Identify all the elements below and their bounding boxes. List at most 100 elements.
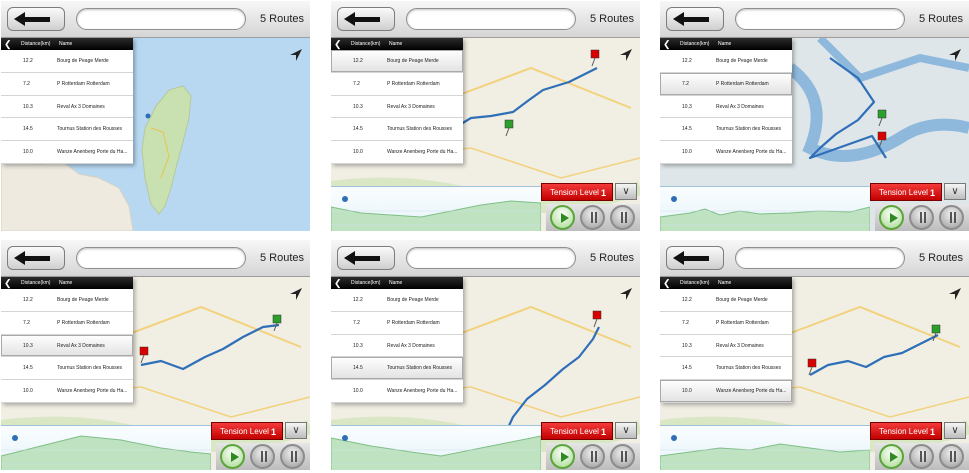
navigation-arrow-icon[interactable] <box>947 286 963 302</box>
search-input[interactable] <box>735 247 905 269</box>
route-row[interactable]: 14.5 Tournus Station des Rousses <box>331 118 463 142</box>
route-row[interactable]: 14.5 Tournus Station des Rousses <box>331 357 463 381</box>
tension-level-button[interactable]: Tension Level 1 <box>541 183 613 201</box>
route-row[interactable]: 10.0 Wanze Anenberg Porte du Ha... <box>660 141 792 164</box>
back-arrow-icon[interactable] <box>666 246 724 270</box>
route-row[interactable]: 12.2 Bourg de Peage Merde <box>1 50 133 73</box>
route-row[interactable]: 10.0 Wanze Anenberg Porte du Ha... <box>331 380 463 403</box>
chevron-down-icon[interactable]: ∨ <box>944 422 966 439</box>
route-row[interactable]: 10.3 Reval Ax 3 Domaines <box>660 335 792 358</box>
route-name: Wanze Anenberg Porte du Ha... <box>57 388 128 395</box>
route-name: Bourg de Peage Merde <box>57 58 109 64</box>
route-row[interactable]: 14.5 Tournus Station des Rousses <box>660 118 792 142</box>
control-button[interactable] <box>580 444 605 469</box>
back-arrow-icon[interactable] <box>337 7 395 31</box>
control-button[interactable] <box>580 205 605 230</box>
navigation-arrow-icon[interactable] <box>618 286 634 302</box>
route-name: Wanze Anenberg Porte du Ha... <box>716 149 787 156</box>
search-input[interactable] <box>406 247 576 269</box>
tension-level-value: 1 <box>929 188 935 198</box>
tension-level-value: 1 <box>600 427 606 437</box>
play-icon[interactable] <box>879 205 904 230</box>
routes-count: 5 Routes <box>259 13 304 25</box>
route-row[interactable]: 10.3 Reval Ax 3 Domaines <box>1 96 133 119</box>
navigation-arrow-icon[interactable] <box>947 47 963 63</box>
route-row[interactable]: 10.3 Reval Ax 3 Domaines <box>1 334 133 358</box>
chevron-down-icon[interactable]: ∨ <box>285 422 307 439</box>
back-arrow-icon[interactable] <box>7 246 65 270</box>
chevron-down-icon[interactable]: ∨ <box>615 183 637 200</box>
route-row[interactable]: 14.5 Tournus Station des Rousses <box>660 357 792 381</box>
route-row[interactable]: 14.5 Tournus Station des Rousses <box>1 357 133 381</box>
navigation-arrow-icon[interactable] <box>618 47 634 63</box>
control-button[interactable] <box>610 205 635 230</box>
route-name: Tournus Station des Rousses <box>387 365 453 372</box>
route-name: P Rotterdam Rotterdam <box>57 80 110 87</box>
route-row[interactable]: 7.2 P Rotterdam Rotterdam <box>660 312 792 335</box>
tension-level-button[interactable]: Tension Level 1 <box>211 422 283 440</box>
route-row[interactable]: 7.2 P Rotterdam Rotterdam <box>660 72 792 96</box>
close-icon[interactable]: ❮ <box>4 38 13 50</box>
route-row[interactable]: 10.0 Wanze Anenberg Porte du Ha... <box>1 380 133 403</box>
route-distance: 14.5 <box>353 126 363 133</box>
control-button[interactable] <box>610 444 635 469</box>
chevron-down-icon[interactable]: ∨ <box>944 183 966 200</box>
route-row[interactable]: 7.2 P Rotterdam Rotterdam <box>1 73 133 96</box>
route-row[interactable]: 10.0 Wanze Anenberg Porte du Ha... <box>660 380 792 403</box>
search-input[interactable] <box>406 8 576 30</box>
route-row[interactable]: 7.2 P Rotterdam Rotterdam <box>331 312 463 335</box>
play-icon[interactable] <box>550 205 575 230</box>
route-list-header: ❮ Distance(km) Name <box>331 277 463 289</box>
route-row[interactable]: 12.2 Bourg de Peage Merde <box>660 50 792 73</box>
chevron-down-icon[interactable]: ∨ <box>615 422 637 439</box>
play-icon[interactable] <box>550 444 575 469</box>
control-button[interactable] <box>909 205 934 230</box>
close-icon[interactable]: ❮ <box>663 277 672 289</box>
search-input[interactable] <box>76 247 246 269</box>
route-row[interactable]: 7.2 P Rotterdam Rotterdam <box>1 312 133 335</box>
control-button[interactable] <box>939 205 964 230</box>
control-button[interactable] <box>280 444 305 469</box>
control-button[interactable] <box>909 444 934 469</box>
distance-column-header: Distance(km) <box>351 41 381 47</box>
name-column-header: Name <box>718 280 732 286</box>
search-input[interactable] <box>735 8 905 30</box>
close-icon[interactable]: ❮ <box>663 38 672 50</box>
route-distance: 14.5 <box>682 365 692 372</box>
play-icon[interactable] <box>220 444 245 469</box>
route-row[interactable]: 12.2 Bourg de Peage Merde <box>1 289 133 312</box>
route-row[interactable]: 10.3 Reval Ax 3 Domaines <box>331 335 463 358</box>
route-row[interactable]: 12.2 Bourg de Peage Merde <box>331 50 463 73</box>
search-input[interactable] <box>76 8 246 30</box>
close-icon[interactable]: ❮ <box>334 277 343 289</box>
top-bar: 5 Routes <box>660 240 969 277</box>
route-row[interactable]: 10.0 Wanze Anenberg Porte du Ha... <box>1 141 133 164</box>
tension-level-button[interactable]: Tension Level 1 <box>870 183 942 201</box>
route-row[interactable]: 14.5 Tournus Station des Rousses <box>1 118 133 142</box>
distance-column-header: Distance(km) <box>680 280 710 286</box>
control-button[interactable] <box>939 444 964 469</box>
close-icon[interactable]: ❮ <box>4 277 13 289</box>
route-list-header: ❮ Distance(km) Name <box>1 277 133 289</box>
route-distance: 7.2 <box>353 319 360 326</box>
route-list: ❮ Distance(km) Name 12.2 Bourg de Peage … <box>1 277 133 403</box>
route-row[interactable]: 10.3 Reval Ax 3 Domaines <box>660 96 792 119</box>
route-row[interactable]: 12.2 Bourg de Peage Merde <box>660 289 792 312</box>
play-icon[interactable] <box>879 444 904 469</box>
tension-level-button[interactable]: Tension Level 1 <box>541 422 613 440</box>
back-arrow-icon[interactable] <box>337 246 395 270</box>
navigation-arrow-icon[interactable] <box>288 286 304 302</box>
tension-level-button[interactable]: Tension Level 1 <box>870 422 942 440</box>
route-name: P Rotterdam Rotterdam <box>716 80 769 87</box>
route-row[interactable]: 10.3 Reval Ax 3 Domaines <box>331 96 463 119</box>
control-button[interactable] <box>250 444 275 469</box>
navigation-arrow-icon[interactable] <box>288 47 304 63</box>
route-distance: 7.2 <box>682 319 689 326</box>
close-icon[interactable]: ❮ <box>334 38 343 50</box>
route-name: Wanze Anenberg Porte du Ha... <box>57 149 128 156</box>
route-row[interactable]: 12.2 Bourg de Peage Merde <box>331 289 463 312</box>
route-row[interactable]: 10.0 Wanze Anenberg Porte du Ha... <box>331 141 463 164</box>
route-row[interactable]: 7.2 P Rotterdam Rotterdam <box>331 73 463 96</box>
back-arrow-icon[interactable] <box>7 7 65 31</box>
back-arrow-icon[interactable] <box>666 7 724 31</box>
